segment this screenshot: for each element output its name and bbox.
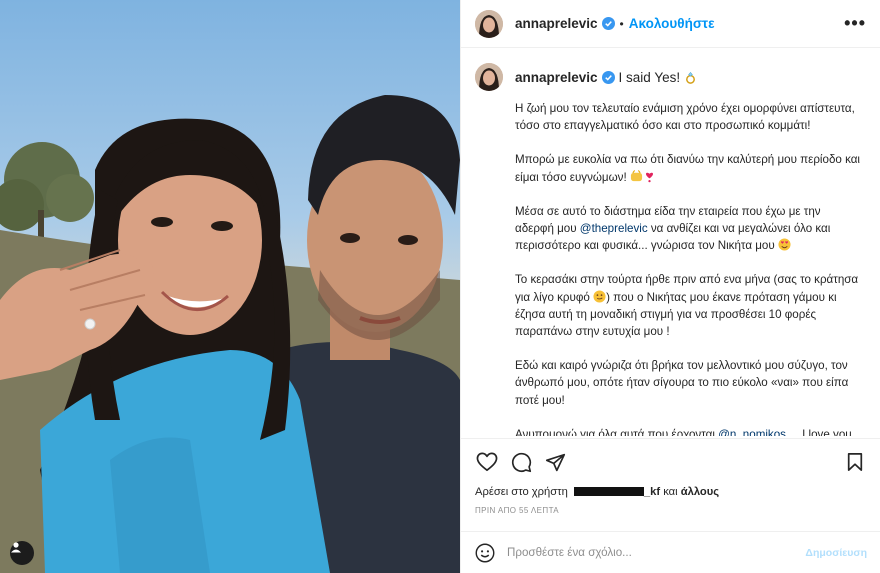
comment-input[interactable] bbox=[507, 546, 806, 559]
photo-illustration bbox=[0, 95, 460, 573]
post-actions: Αρέσει στο χρήστη _kf και άλλους ΠΡΙΝ ΑΠ… bbox=[461, 438, 880, 530]
likes-prefix: Αρέσει στο χρήστη bbox=[475, 486, 568, 498]
avatar-image bbox=[475, 63, 503, 91]
smirk-emoji-icon bbox=[593, 290, 606, 303]
smiley-icon bbox=[475, 543, 495, 562]
mention-link[interactable]: @n_nomikos bbox=[718, 428, 786, 436]
bookmark-icon bbox=[847, 453, 863, 471]
caption-paragraph: Το κερασάκι στην τούρτα ήρθε πριν από εν… bbox=[515, 271, 860, 340]
post-header: annaprelevic • Ακολουθήστε ••• bbox=[461, 0, 880, 48]
follow-button[interactable]: Ακολουθήστε bbox=[629, 16, 715, 31]
header-separator: • bbox=[619, 16, 624, 31]
send-icon bbox=[545, 453, 565, 471]
person-icon bbox=[11, 542, 21, 553]
redacted-username bbox=[573, 487, 644, 496]
caption-title: I said Yes! bbox=[618, 69, 681, 85]
caption-paragraph: Εδώ και καιρό γνώριζα ότι βρήκα τον μελλ… bbox=[515, 357, 860, 409]
avatar-image bbox=[475, 9, 503, 38]
heart-icon bbox=[476, 452, 498, 472]
raised-hands-icon bbox=[630, 169, 642, 181]
comment-button[interactable] bbox=[509, 450, 533, 474]
comment-icon bbox=[511, 452, 531, 472]
caption-text: Μπορώ με ευκολία να πω ότι διανύω την κα… bbox=[515, 153, 861, 184]
caption-section: annaprelevic I said Yes! Η ζωή μου τον τ… bbox=[461, 48, 880, 436]
heart-exclamation-icon bbox=[645, 172, 653, 182]
likes-others-link[interactable]: άλλους bbox=[681, 486, 719, 498]
post-details-panel: annaprelevic • Ακολουθήστε ••• annaprele… bbox=[460, 0, 880, 573]
heart-eyes-icon bbox=[778, 238, 791, 251]
liked-by-user[interactable]: _kf bbox=[571, 486, 660, 498]
verified-badge-icon bbox=[601, 70, 615, 84]
save-button[interactable] bbox=[843, 450, 867, 474]
caption-username[interactable]: annaprelevic bbox=[515, 70, 598, 85]
caption-text: Η ζωή μου τον τελευταίο ενάμιση χρόνο έχ… bbox=[515, 102, 855, 133]
verified-badge-icon bbox=[601, 17, 615, 30]
caption-body: Η ζωή μου τον τελευταίο ενάμιση χρόνο έχ… bbox=[515, 100, 860, 436]
header-username[interactable]: annaprelevic bbox=[515, 16, 598, 31]
mention-link[interactable]: @theprelevic bbox=[580, 222, 648, 235]
caption-header: annaprelevic I said Yes! bbox=[475, 62, 867, 92]
post-timestamp[interactable]: ΠΡΙΝ ΑΠΟ 55 ΛΕΠΤΑ bbox=[475, 506, 867, 515]
caption-paragraph: Μέσα σε αυτό το διάστημα είδα την εταιρε… bbox=[515, 203, 860, 255]
liked-by-user-suffix: _kf bbox=[643, 486, 661, 498]
share-button[interactable] bbox=[543, 450, 567, 474]
caption-avatar[interactable] bbox=[475, 63, 503, 91]
post-photo[interactable] bbox=[0, 0, 460, 573]
likes-and: και bbox=[663, 486, 678, 498]
emoji-picker-button[interactable] bbox=[475, 543, 495, 563]
comment-composer: Δημοσίευση bbox=[461, 531, 880, 573]
more-options-icon[interactable]: ••• bbox=[844, 14, 866, 32]
like-button[interactable] bbox=[475, 450, 499, 474]
caption-text: Ανυπομονώ για όλα αυτά που έρχονται bbox=[515, 427, 719, 436]
caption-paragraph: Η ζωή μου τον τελευταίο ενάμιση χρόνο έχ… bbox=[515, 100, 860, 134]
publish-button[interactable]: Δημοσίευση bbox=[805, 547, 867, 559]
likes-summary: Αρέσει στο χρήστη _kf και άλλους bbox=[475, 486, 867, 498]
caption-paragraph: Μπορώ με ευκολία να πω ότι διανύω την κα… bbox=[515, 151, 860, 185]
caption-text: Εδώ και καιρό γνώριζα ότι βρήκα τον μελλ… bbox=[515, 359, 849, 407]
avatar[interactable] bbox=[475, 9, 503, 38]
action-icon-row bbox=[475, 451, 867, 473]
tagged-users-button[interactable] bbox=[10, 541, 34, 565]
caption-paragraph: Ανυπομονώ για όλα αυτά που έρχονται @n_n… bbox=[515, 426, 860, 436]
ring-icon bbox=[686, 71, 696, 84]
